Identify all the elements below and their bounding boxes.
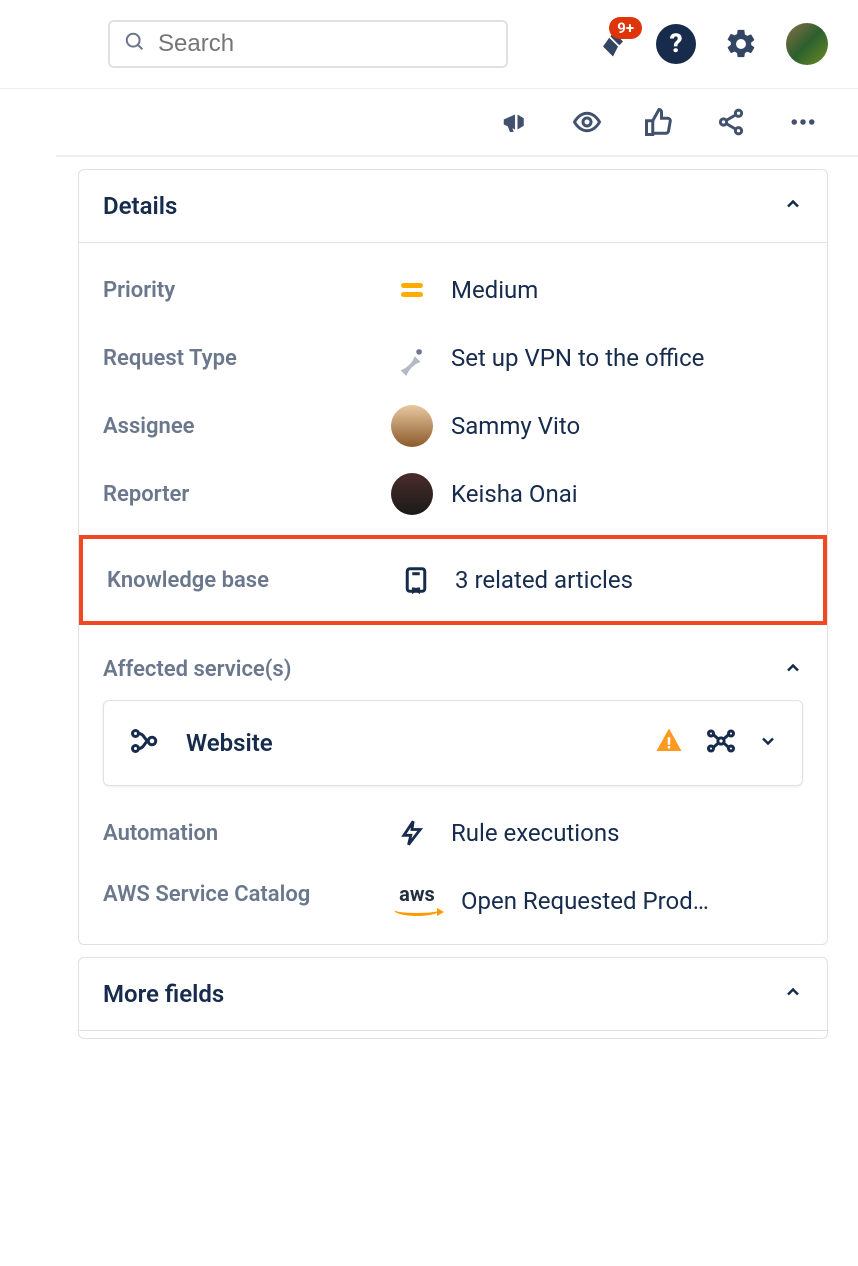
book-icon: [395, 559, 437, 601]
priority-medium-icon: [391, 269, 433, 311]
search-icon: [124, 31, 146, 57]
share-button[interactable]: [716, 107, 746, 137]
priority-row: Priority Medium: [103, 243, 803, 311]
reporter-row: Reporter Keisha Onai: [103, 447, 803, 515]
knowledge-base-label: Knowledge base: [107, 568, 395, 593]
dots-icon: [788, 107, 818, 137]
request-type-value[interactable]: Set up VPN to the office: [391, 337, 704, 379]
vote-button[interactable]: [644, 107, 674, 137]
warning-icon: [654, 726, 684, 760]
aws-catalog-value[interactable]: aws Open Requested Prod…: [391, 880, 709, 922]
details-title: Details: [103, 192, 177, 220]
action-bar: [56, 89, 858, 157]
avatar: [786, 23, 828, 65]
aws-catalog-row: AWS Service Catalog aws Open Requested P…: [103, 854, 803, 922]
service-icon: [128, 723, 164, 763]
reporter-avatar: [391, 473, 433, 515]
chevron-down-icon[interactable]: [758, 731, 778, 755]
service-name: Website: [186, 729, 632, 757]
assignee-row: Assignee Sammy Vito: [103, 379, 803, 447]
megaphone-icon: [500, 107, 530, 137]
knowledge-base-row: Knowledge base 3 related articles: [107, 559, 799, 601]
request-type-row: Request Type Set up VPN to the office: [103, 311, 803, 379]
watch-button[interactable]: [572, 107, 602, 137]
help-button[interactable]: ?: [656, 24, 696, 64]
knowledge-base-value[interactable]: 3 related articles: [395, 559, 633, 601]
affected-service-card[interactable]: Website: [103, 700, 803, 786]
assignee-avatar: [391, 405, 433, 447]
eye-icon: [572, 107, 602, 137]
more-fields-panel: More fields: [78, 957, 828, 1039]
aws-icon: aws: [391, 880, 443, 922]
reporter-label: Reporter: [103, 482, 391, 507]
request-type-label: Request Type: [103, 346, 391, 371]
priority-label: Priority: [103, 278, 391, 303]
notification-badge: 9+: [609, 17, 642, 39]
feedback-button[interactable]: [500, 107, 530, 137]
notifications-button[interactable]: 9+: [598, 29, 628, 59]
gear-icon: [724, 27, 758, 61]
settings-button[interactable]: [724, 27, 758, 61]
assignee-value[interactable]: Sammy Vito: [391, 405, 580, 447]
help-icon: ?: [656, 24, 696, 64]
details-header[interactable]: Details: [79, 170, 827, 242]
affected-services-label: Affected service(s): [103, 657, 291, 682]
priority-value[interactable]: Medium: [391, 269, 538, 311]
graph-icon[interactable]: [706, 726, 736, 760]
lightning-icon: [391, 812, 433, 854]
profile-button[interactable]: [786, 23, 828, 65]
chevron-up-icon: [783, 658, 803, 682]
automation-label: Automation: [103, 821, 391, 846]
assignee-label: Assignee: [103, 414, 391, 439]
automation-value[interactable]: Rule executions: [391, 812, 619, 854]
chevron-up-icon: [783, 982, 803, 1006]
affected-services-header[interactable]: Affected service(s): [103, 625, 803, 700]
top-bar: 9+ ?: [0, 0, 858, 89]
details-panel: Details Priority Medium Request Type: [78, 169, 828, 945]
satellite-icon: [391, 337, 433, 379]
share-icon: [716, 107, 746, 137]
chevron-up-icon: [783, 194, 803, 218]
thumbs-up-icon: [644, 107, 674, 137]
reporter-value[interactable]: Keisha Onai: [391, 473, 578, 515]
search-field[interactable]: [108, 20, 508, 68]
automation-row: Automation Rule executions: [103, 786, 803, 854]
more-fields-title: More fields: [103, 980, 224, 1008]
search-input[interactable]: [158, 30, 492, 58]
more-actions-button[interactable]: [788, 107, 818, 137]
aws-catalog-label: AWS Service Catalog: [103, 880, 391, 911]
knowledge-base-highlight: Knowledge base 3 related articles: [79, 535, 827, 625]
more-fields-header[interactable]: More fields: [79, 958, 827, 1030]
